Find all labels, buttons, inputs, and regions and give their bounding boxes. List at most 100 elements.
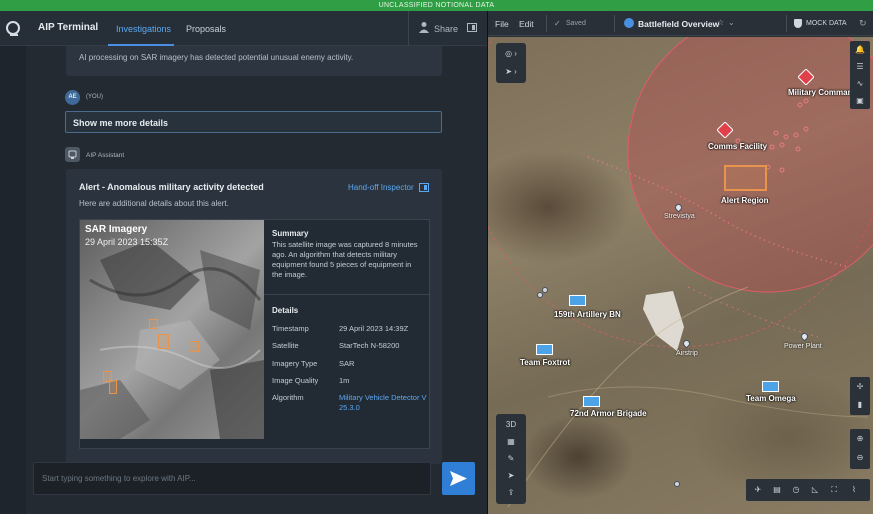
place-strevistya: Strevistya [664, 213, 695, 220]
detail-key: Satellite [272, 341, 299, 350]
signal-icon[interactable]: ⌇ [846, 482, 862, 498]
military-command-label: Military Command [788, 88, 858, 97]
alert-details-card: SAR Imagery 29 April 2023 15:35Z Summary… [79, 219, 431, 449]
alert-subtitle: Here are additional details about this a… [79, 199, 229, 208]
map-title[interactable]: Battlefield Overview [638, 19, 719, 29]
user-message-text: Show me more details [73, 118, 169, 128]
pin-icon[interactable] [674, 481, 680, 487]
menu-edit[interactable]: Edit [519, 19, 534, 29]
eraser-icon[interactable]: ✎ [496, 450, 526, 468]
divider [614, 15, 615, 32]
team-foxtrot-marker[interactable] [536, 344, 553, 355]
compass-icon[interactable]: ✢ [850, 379, 870, 395]
pin-icon[interactable] [537, 292, 543, 298]
zoom-tools: ⊕ ⊖ [850, 429, 870, 469]
detail-key: Imagery Type [272, 359, 318, 368]
detail-key: Timestamp [272, 324, 309, 333]
aip-terminal-panel: AIP Terminal Investigations Proposals Sh… [0, 11, 487, 514]
details-heading: Details [272, 306, 299, 315]
refresh-icon[interactable]: ↻ [859, 18, 867, 29]
team-omega-label: Team Omega [746, 394, 796, 403]
layers-icon[interactable]: ▣ [850, 93, 870, 109]
map-draw-tools: 3D ▦ ✎ ➤ ⇪ [496, 414, 526, 504]
clock-icon[interactable]: ◷ [788, 482, 804, 498]
chevron-down-icon[interactable]: ⌄ [728, 18, 735, 27]
military-command-marker[interactable] [798, 69, 814, 85]
share-button[interactable]: Share [408, 11, 487, 46]
previous-message: AI processing on SAR imagery has detecte… [66, 46, 442, 76]
side-panel-icon[interactable] [467, 23, 477, 32]
activity-icon[interactable]: ∿ [850, 76, 870, 92]
classification-banner: UNCLASSIFIED NOTIONAL DATA [0, 0, 873, 11]
user-avatar: AE [65, 90, 80, 105]
list-icon[interactable]: ☰ [850, 59, 870, 75]
bookmark-icon[interactable]: ▮ [850, 397, 870, 413]
sar-date: 29 April 2023 15:35Z [85, 237, 169, 247]
chart-icon[interactable]: ◺ [807, 482, 823, 498]
bell-icon[interactable]: 🔔 [850, 42, 870, 58]
top-bar: AIP Terminal Investigations Proposals Sh… [0, 11, 487, 46]
armor-brigade-label: 72nd Armor Brigade [570, 409, 647, 418]
inspector-panel-icon[interactable] [419, 183, 429, 192]
menu-file[interactable]: File [495, 19, 509, 29]
divider [264, 294, 431, 295]
send-icon [450, 471, 467, 486]
battlefield-map[interactable]: Military Command Comms Facility Alert Re… [488, 37, 873, 514]
pin-icon[interactable] [542, 287, 548, 293]
map-view-tools: ✢ ▮ [850, 377, 870, 415]
handoff-inspector-link[interactable]: Hand-off Inspector [348, 183, 414, 192]
map-bottom-tools: ✈ ▤ ◷ ◺ ⛶ ⌇ [746, 479, 870, 501]
team-omega-marker[interactable] [762, 381, 779, 392]
saved-status: Saved [566, 20, 586, 27]
artillery-label: 159th Artillery BN [554, 310, 621, 319]
sar-title: SAR Imagery [85, 224, 148, 235]
app-logo-icon[interactable] [6, 21, 20, 36]
table-icon[interactable]: ▤ [769, 482, 785, 498]
detail-key: Algorithm [272, 393, 304, 402]
map-side-tools: 🔔 ☰ ∿ ▣ [850, 41, 870, 109]
send-icon[interactable]: ➤ [496, 467, 526, 485]
map-panel: File Edit ✓ Saved Battlefield Overview ☆… [487, 11, 873, 514]
globe-icon[interactable]: ◎ › [496, 45, 526, 63]
detail-value: 1m [339, 376, 350, 385]
divider [786, 15, 787, 32]
algorithm-link[interactable]: Military Vehicle Detector V 25.3.0 [339, 393, 429, 413]
road [507, 286, 749, 508]
zoom-in-icon[interactable]: ⊕ [850, 431, 870, 447]
toggle-3d-button[interactable]: 3D [496, 416, 526, 434]
armor-brigade-marker[interactable] [583, 396, 600, 407]
boundary-line [687, 286, 819, 338]
detection-box[interactable] [109, 380, 117, 394]
user-label: (YOU) [86, 94, 103, 100]
detection-box[interactable] [189, 341, 199, 352]
team-foxtrot-label: Team Foxtrot [520, 358, 571, 367]
artillery-unit-marker[interactable] [569, 295, 586, 306]
sar-imagery[interactable]: SAR Imagery 29 April 2023 15:35Z [80, 220, 264, 439]
detection-box[interactable] [158, 334, 169, 349]
star-icon[interactable]: ☆ [717, 18, 724, 27]
previous-message-text: AI processing on SAR imagery has detecte… [79, 53, 354, 62]
tab-investigations[interactable]: Investigations [116, 24, 171, 34]
mock-data-badge: MOCK DATA [806, 20, 847, 27]
detail-value: StarTech N-58200 [339, 341, 400, 350]
summary-heading: Summary [272, 229, 309, 238]
tab-proposals[interactable]: Proposals [186, 24, 226, 34]
chat-input[interactable] [34, 463, 430, 494]
alert-region-box[interactable] [724, 165, 767, 191]
send-button[interactable] [442, 462, 475, 495]
assistant-label: AIP Assistant [86, 152, 125, 159]
details-panel: Summary This satellite image was capture… [264, 220, 431, 439]
upload-icon[interactable]: ⇪ [496, 484, 526, 502]
detail-value: 29 April 2023 14:39Z [339, 324, 409, 333]
zoom-out-icon[interactable]: ⊖ [850, 450, 870, 466]
pointer-tool-icon[interactable]: ➤ › [496, 63, 526, 81]
assistant-icon [65, 147, 80, 162]
detection-box[interactable] [149, 319, 158, 329]
comms-facility-marker[interactable] [717, 122, 733, 138]
grid-icon[interactable]: ▦ [496, 433, 526, 451]
chat-input-container [33, 462, 431, 495]
comms-facility-label: Comms Facility [708, 142, 768, 151]
frame-icon[interactable]: ⛶ [826, 482, 842, 498]
place-power-plant: Power Plant [784, 343, 822, 350]
airplane-icon[interactable]: ✈ [750, 482, 766, 498]
